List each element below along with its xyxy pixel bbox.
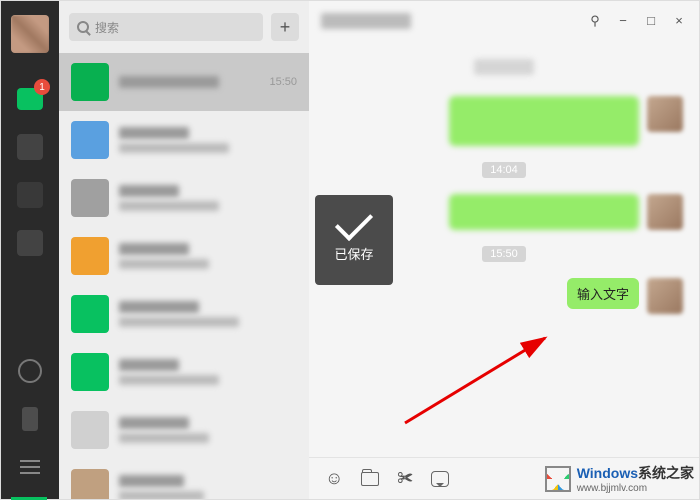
chat-name xyxy=(119,301,199,313)
chat-history-button[interactable] xyxy=(431,471,449,487)
window-controls: ⚲ − □ × xyxy=(587,13,687,29)
maximize-button[interactable]: □ xyxy=(643,13,659,29)
watermark-brand: Windows xyxy=(577,465,638,481)
contact-name xyxy=(321,13,411,29)
chat-preview xyxy=(119,317,239,327)
phone-icon xyxy=(22,407,38,431)
chat-time: 15:50 xyxy=(269,76,297,88)
chat-history-icon xyxy=(431,471,449,487)
add-button[interactable]: + xyxy=(271,13,299,41)
nav-chat[interactable]: 1 xyxy=(14,83,46,115)
sender-avatar[interactable] xyxy=(647,194,683,230)
chat-preview xyxy=(119,201,219,211)
chat-item-body xyxy=(119,417,297,443)
message-row xyxy=(325,96,683,146)
chat-item-body xyxy=(119,127,297,153)
unread-badge: 1 xyxy=(34,79,50,95)
chat-name xyxy=(119,127,189,139)
timestamp-row xyxy=(325,51,683,88)
search-placeholder: 搜索 xyxy=(95,19,119,36)
chat-avatar xyxy=(71,469,109,499)
folder-icon xyxy=(361,472,379,486)
chat-item-body xyxy=(119,475,297,499)
chat-avatar xyxy=(71,411,109,449)
timestamp-pill: 14:04 xyxy=(482,162,526,178)
chat-list-item[interactable] xyxy=(59,111,309,169)
chat-item-body: 15:50 xyxy=(119,76,297,88)
toast-text: 已保存 xyxy=(334,244,373,263)
minimize-button[interactable]: − xyxy=(615,13,631,29)
chat-list-item[interactable] xyxy=(59,343,309,401)
watermark: Windows系统之家 www.bjjmlv.com xyxy=(545,463,694,494)
sender-avatar[interactable] xyxy=(647,96,683,132)
chat-item-body xyxy=(119,301,297,327)
chat-list-panel: 搜索 + 15:50 xyxy=(59,1,309,499)
nav-phone[interactable] xyxy=(14,403,46,435)
chat-preview xyxy=(119,375,219,385)
left-nav: 1 xyxy=(1,1,59,499)
message-bubble[interactable] xyxy=(449,96,639,146)
search-row: 搜索 + xyxy=(59,1,309,53)
watermark-sub: 系统之家 xyxy=(638,465,694,481)
emoji-button[interactable]: ☺ xyxy=(325,468,343,489)
chat-list-item[interactable]: 15:50 xyxy=(59,53,309,111)
nav-contacts[interactable] xyxy=(14,131,46,163)
chat-avatar xyxy=(71,237,109,275)
chat-name xyxy=(119,359,179,371)
timestamp-pill xyxy=(474,59,534,75)
chat-avatar xyxy=(71,179,109,217)
contacts-icon xyxy=(17,134,43,160)
circle-icon xyxy=(18,359,42,383)
chat-name xyxy=(119,76,219,88)
chat-preview xyxy=(119,143,229,153)
chat-list-item[interactable] xyxy=(59,459,309,499)
chat-avatar xyxy=(71,353,109,391)
pin-button[interactable]: ⚲ xyxy=(587,13,603,29)
message-bubble[interactable] xyxy=(449,194,639,230)
chat-list[interactable]: 15:50 xyxy=(59,53,309,499)
chat-list-item[interactable] xyxy=(59,285,309,343)
nav-files[interactable] xyxy=(14,227,46,259)
menu-icon xyxy=(20,460,40,474)
chat-name xyxy=(119,185,179,197)
chat-item-body xyxy=(119,185,297,211)
screenshot-button[interactable]: ✀ xyxy=(397,470,413,488)
nav-miniprogram[interactable] xyxy=(14,355,46,387)
chat-preview xyxy=(119,491,204,499)
chat-list-item[interactable] xyxy=(59,401,309,459)
nav-menu[interactable] xyxy=(14,451,46,483)
chat-list-item[interactable] xyxy=(59,227,309,285)
close-button[interactable]: × xyxy=(671,13,687,29)
chat-item-body xyxy=(119,243,297,269)
chat-name xyxy=(119,417,189,429)
chat-item-body xyxy=(119,359,297,385)
user-avatar[interactable] xyxy=(11,15,49,53)
chat-avatar xyxy=(71,121,109,159)
files-icon xyxy=(17,230,43,256)
watermark-text: Windows系统之家 www.bjjmlv.com xyxy=(577,463,694,494)
titlebar: ⚲ − □ × xyxy=(309,1,699,41)
windows-logo-icon xyxy=(545,466,571,492)
chat-name xyxy=(119,475,184,487)
message-bubble[interactable]: 输入文字 xyxy=(567,278,639,309)
file-button[interactable] xyxy=(361,472,379,486)
chat-name xyxy=(119,243,189,255)
chat-avatar xyxy=(71,295,109,333)
favorites-icon xyxy=(17,182,43,208)
timestamp-row: 14:04 xyxy=(325,154,683,186)
chat-list-item[interactable] xyxy=(59,169,309,227)
timestamp-pill: 15:50 xyxy=(482,246,526,262)
chat-avatar xyxy=(71,63,109,101)
sender-avatar[interactable] xyxy=(647,278,683,314)
saved-toast: 已保存 xyxy=(315,195,393,285)
nav-favorites[interactable] xyxy=(14,179,46,211)
search-input[interactable]: 搜索 xyxy=(69,13,263,41)
chat-preview xyxy=(119,259,209,269)
watermark-url: www.bjjmlv.com xyxy=(577,483,694,494)
check-icon xyxy=(335,202,373,240)
chat-preview xyxy=(119,433,209,443)
search-icon xyxy=(77,21,89,33)
